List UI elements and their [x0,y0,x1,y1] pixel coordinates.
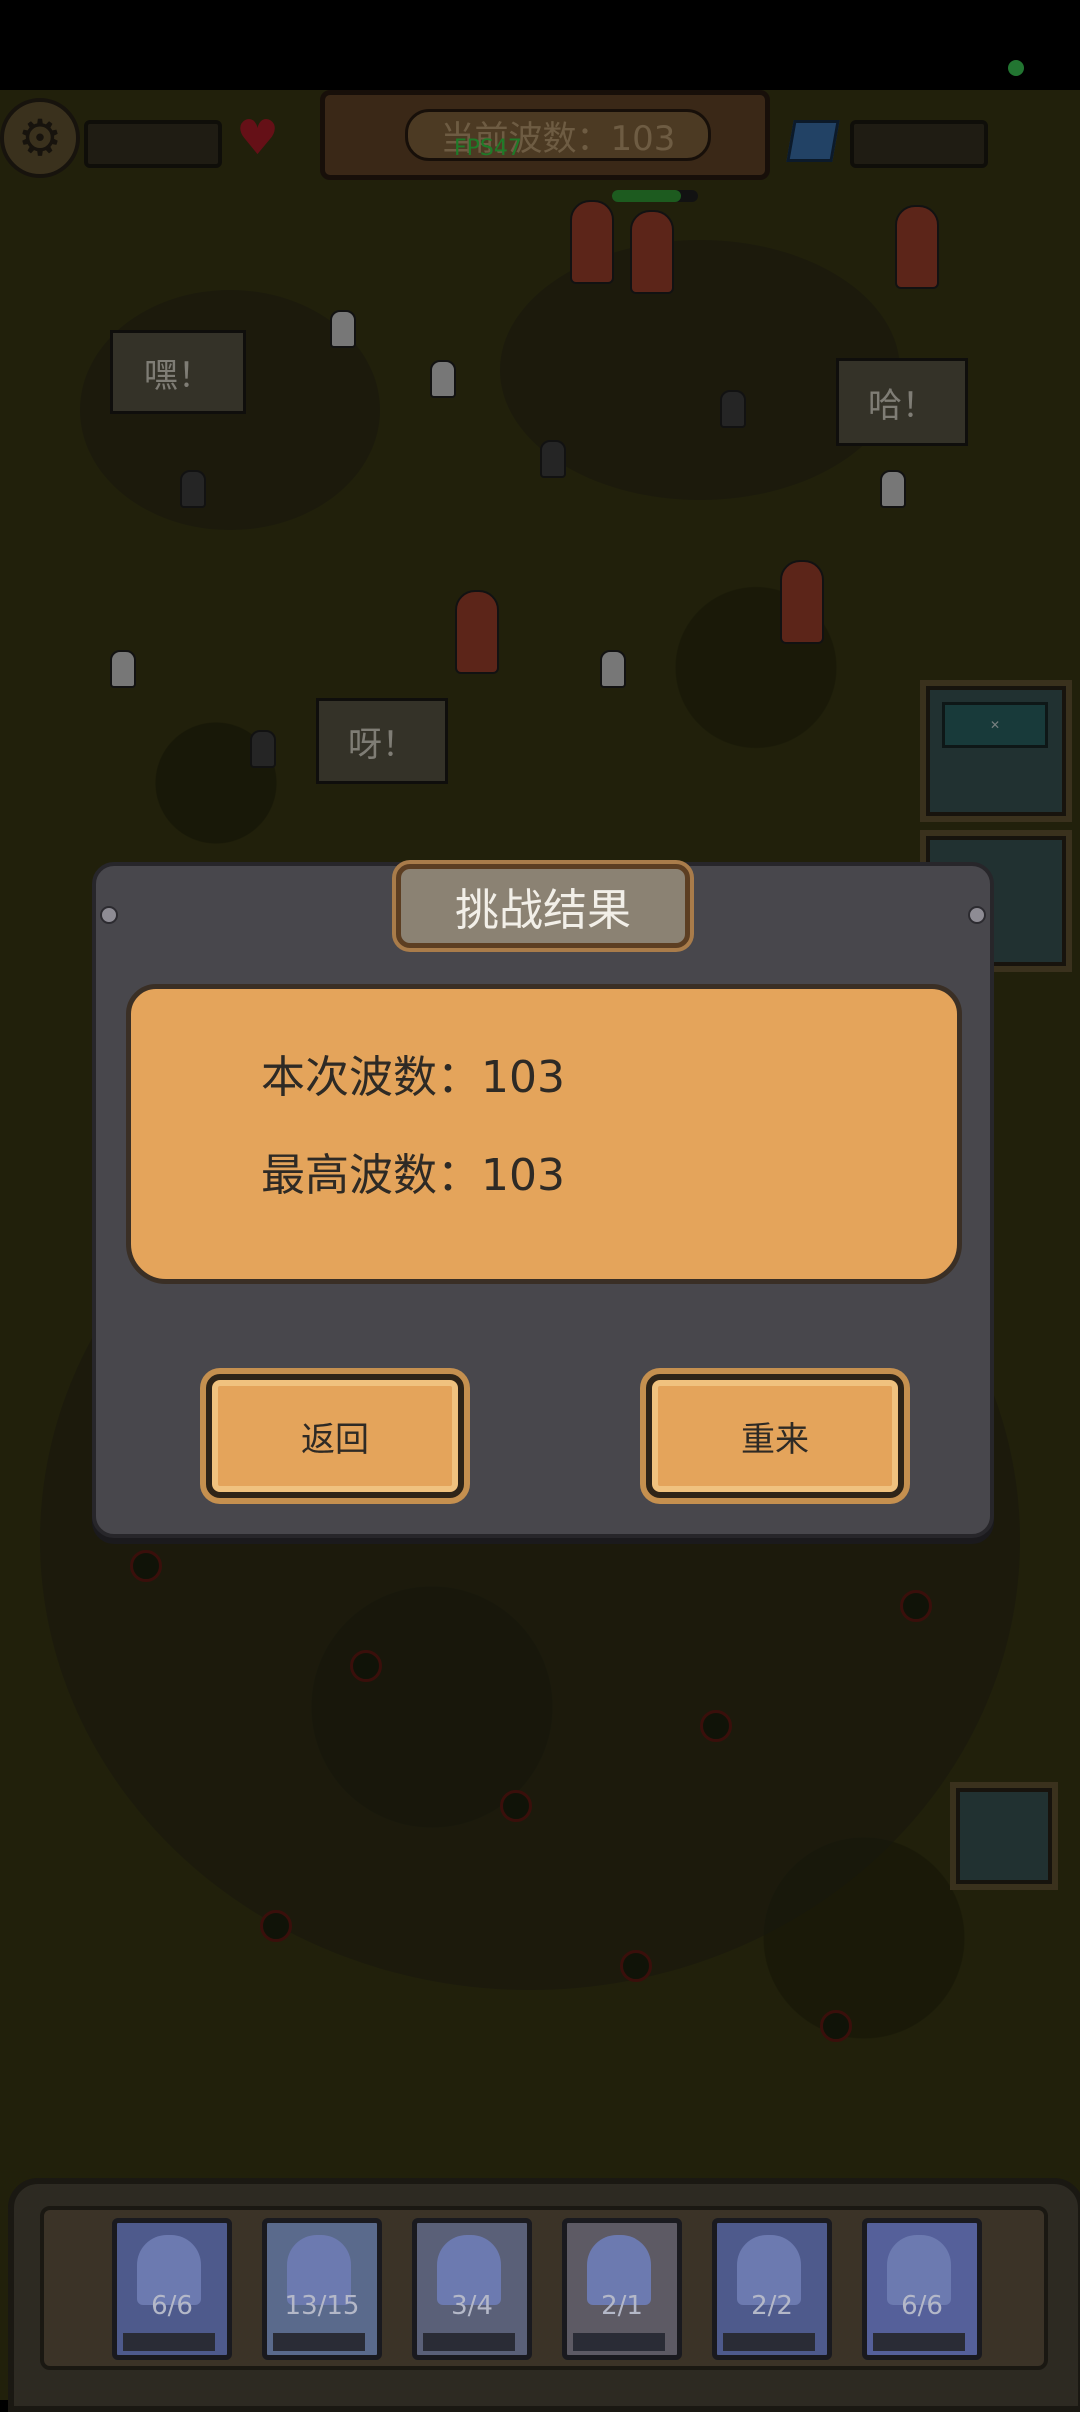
unit-card[interactable]: 3/4 [412,2218,532,2360]
unit-count: 3/4 [451,2291,493,2321]
unit-card[interactable]: 6/6 [862,2218,982,2360]
skill-slots [873,2333,965,2351]
unit-count: 6/6 [901,2291,943,2321]
unit-count: 13/15 [284,2291,360,2321]
skill-slots [423,2333,515,2351]
dialog-title: 挑战结果 [455,885,631,936]
unit-card[interactable]: 2/1 [562,2218,682,2360]
dialog-title-plate: 挑战结果 [396,864,690,948]
unit-card[interactable]: 6/6 [112,2218,232,2360]
skill-slots [723,2333,815,2351]
unit-card[interactable]: 2/2 [712,2218,832,2360]
unit-card[interactable]: 13/15 [262,2218,382,2360]
rivet [100,906,118,924]
skill-slots [123,2333,215,2351]
unit-count: 6/6 [151,2291,193,2321]
retry-button[interactable]: 重来 [646,1374,904,1498]
back-button[interactable]: 返回 [206,1374,464,1498]
current-wave-text: 本次波数：103 [261,1052,565,1103]
unit-count: 2/1 [601,2291,643,2321]
result-dialog: 挑战结果 本次波数：103 最高波数：103 返回 重来 [92,862,994,1538]
skill-slots [273,2333,365,2351]
rivet [968,906,986,924]
skill-slots [573,2333,665,2351]
best-wave-text: 最高波数：103 [261,1150,565,1201]
unit-count: 2/2 [751,2291,793,2321]
result-panel: 本次波数：103 最高波数：103 [126,984,962,1284]
